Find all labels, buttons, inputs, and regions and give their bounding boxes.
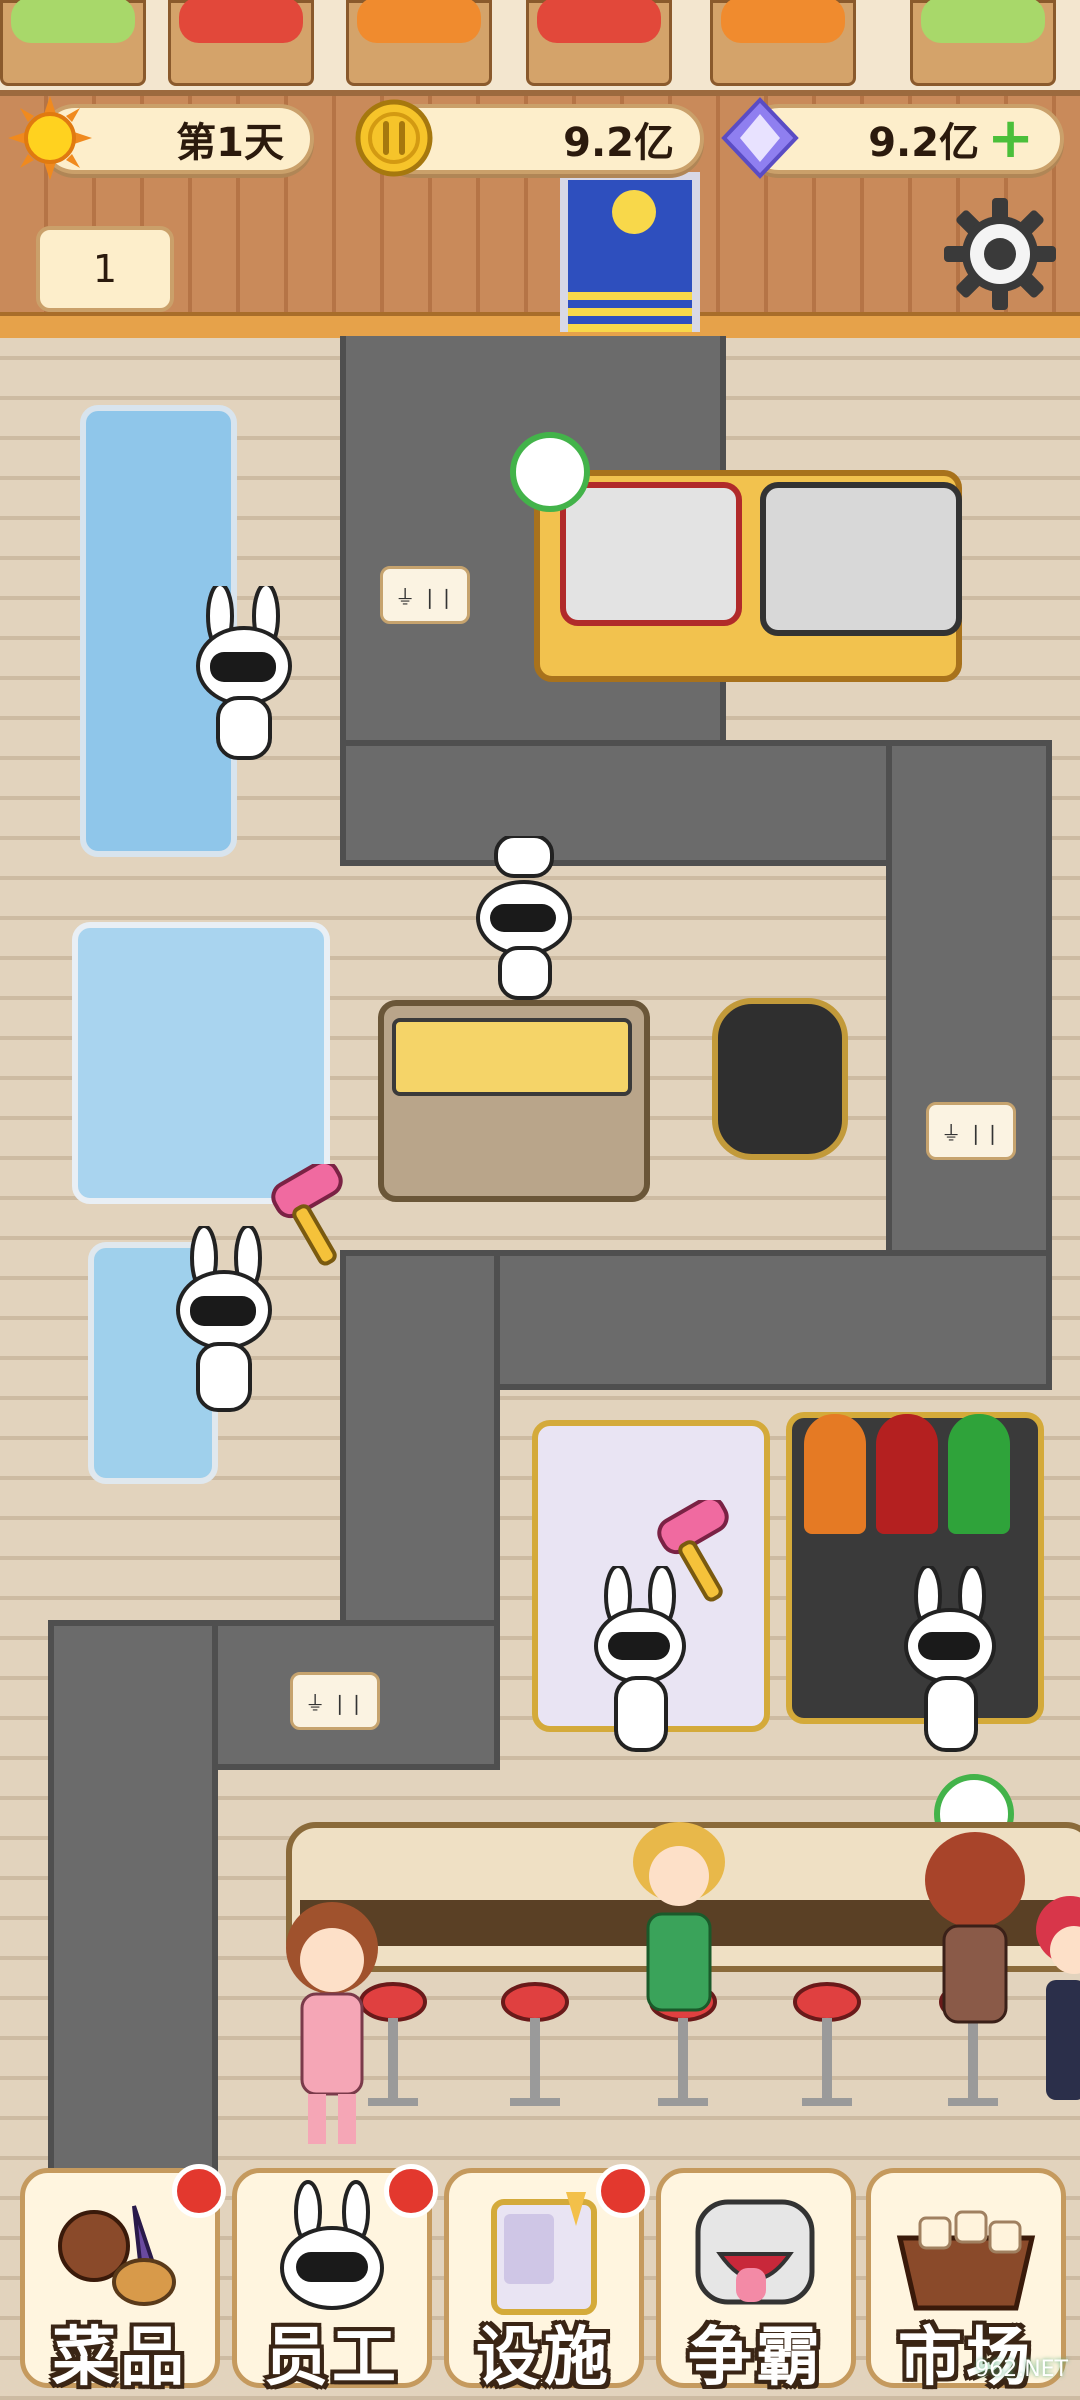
facility-icon	[491, 2192, 597, 2315]
gem-icon	[718, 96, 802, 180]
tomato-crate	[168, 0, 314, 86]
power-outlet[interactable]: ⏚ ❘❘	[380, 566, 470, 624]
customer-edge[interactable]	[1030, 1890, 1080, 2130]
wall-baseboard	[0, 312, 1080, 338]
day-label: 第1天	[176, 120, 284, 166]
cabbage-crate	[0, 0, 146, 86]
staff-icon	[280, 2180, 384, 2310]
customer-waitress[interactable]	[272, 1898, 392, 2158]
cooking-progress-icon	[510, 432, 590, 512]
nav-label: 设施	[476, 2321, 612, 2395]
gem-amount: 9.2亿	[868, 120, 980, 166]
nav-label: 争霸	[688, 2321, 824, 2395]
moon-icon	[612, 190, 656, 234]
microwave-oven[interactable]	[760, 482, 962, 636]
cabbage-crate-2	[910, 0, 1056, 86]
bunny-staff-chef[interactable]	[460, 836, 590, 1006]
level-value: 1	[92, 247, 118, 291]
vegetable-shelf	[0, 0, 1080, 96]
entrance-door[interactable]	[560, 172, 700, 332]
nav-label: 菜品	[52, 2321, 188, 2395]
red-drink-tank	[876, 1414, 938, 1534]
nav-battle-button[interactable]: 争霸	[656, 2168, 856, 2398]
nav-staff-button[interactable]: 员工	[232, 2164, 438, 2398]
notification-badge	[172, 2164, 226, 2218]
bar-stool	[793, 1982, 861, 2106]
hammer-icon[interactable]	[262, 1164, 362, 1274]
walkway-segment	[48, 1620, 218, 2180]
sun-icon	[8, 96, 92, 180]
power-outlet[interactable]: ⏚ ❘❘	[926, 1102, 1016, 1160]
notification-badge	[384, 2164, 438, 2218]
coin-amount: 9.2亿	[563, 120, 674, 166]
bunny-staff-dishwasher[interactable]	[180, 586, 310, 776]
add-gems-button[interactable]: +	[987, 111, 1034, 167]
customer-redhead[interactable]	[920, 1830, 1030, 2050]
nav-dishes-button[interactable]: 菜品	[20, 2164, 226, 2398]
watermark: 962.NET	[975, 2357, 1068, 2382]
fridge-station[interactable]	[72, 922, 330, 1204]
orange-drink-tank	[804, 1414, 866, 1534]
cooking-pot[interactable]	[712, 998, 848, 1160]
battle-icon	[695, 2199, 815, 2305]
bar-stool	[501, 1982, 569, 2106]
level-box[interactable]: 1	[36, 226, 174, 312]
nav-facilities-button[interactable]: 设施	[444, 2164, 650, 2398]
nav-label: 员工	[264, 2321, 400, 2395]
hammer-icon[interactable]	[648, 1500, 748, 1610]
dish-icon	[58, 2205, 176, 2306]
green-drink-tank	[948, 1414, 1010, 1534]
grill-plate	[392, 1018, 632, 1096]
tomato-crate-2	[526, 0, 672, 86]
bunny-staff-drinks[interactable]	[890, 1566, 1010, 1766]
toaster-oven[interactable]	[560, 482, 742, 626]
customer-blond[interactable]	[624, 1818, 734, 2038]
carrot-crate-2	[710, 0, 856, 86]
settings-gear-icon[interactable]	[942, 196, 1058, 312]
coin-icon	[352, 96, 436, 180]
carrot-crate	[346, 0, 492, 86]
notification-badge	[596, 2164, 650, 2218]
power-outlet[interactable]: ⏚ ❘❘	[290, 1672, 380, 1730]
nav-label: 市场	[898, 2321, 1034, 2395]
